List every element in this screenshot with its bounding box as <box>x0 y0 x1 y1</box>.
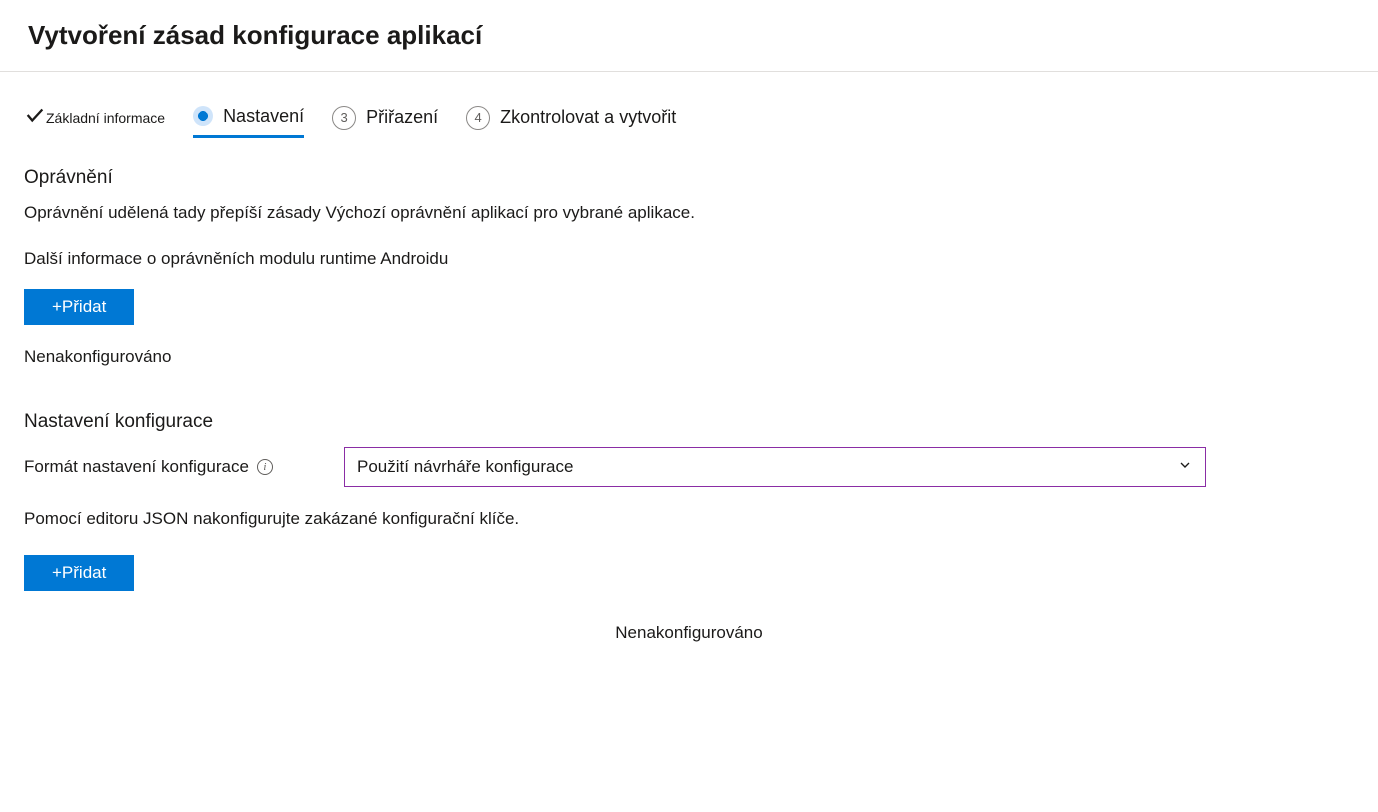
wizard-step-indicator <box>193 106 213 126</box>
wizard-step-review[interactable]: 4 Zkontrolovat a vytvořit <box>466 106 676 138</box>
config-format-select[interactable]: Použití návrháře konfigurace <box>344 447 1206 487</box>
chevron-down-icon <box>1177 457 1193 478</box>
config-settings-heading: Nastavení konfigurace <box>24 411 1354 433</box>
wizard-step-settings[interactable]: Nastavení <box>193 106 304 138</box>
info-icon[interactable]: i <box>257 459 273 475</box>
permissions-description: Oprávnění udělená tady přepíší zásady Vý… <box>24 203 1354 223</box>
wizard-steps: Základní informace Nastavení 3 Přiřazení… <box>24 104 1354 139</box>
permissions-not-configured: Nenakonfigurováno <box>24 347 1354 367</box>
config-not-configured: Nenakonfigurováno <box>24 623 1354 643</box>
wizard-step-basics[interactable]: Základní informace <box>24 104 165 139</box>
permissions-learn-more-link[interactable]: Další informace o oprávněních modulu run… <box>24 249 1354 269</box>
wizard-step-number: 4 <box>466 106 490 130</box>
wizard-step-number: 3 <box>332 106 356 130</box>
page-title: Vytvoření zásad konfigurace aplikací <box>28 20 1350 51</box>
wizard-step-label: Přiřazení <box>366 107 438 128</box>
add-config-button[interactable]: +Přidat <box>24 555 134 591</box>
check-icon <box>24 104 46 131</box>
wizard-step-label: Základní informace <box>46 110 165 126</box>
wizard-step-label: Zkontrolovat a vytvořit <box>500 107 676 128</box>
config-json-hint: Pomocí editoru JSON nakonfigurujte zakáz… <box>24 509 1354 529</box>
permissions-heading: Oprávnění <box>24 167 1354 189</box>
config-format-selected-value: Použití návrháře konfigurace <box>357 457 573 477</box>
wizard-step-assignments[interactable]: 3 Přiřazení <box>332 106 438 138</box>
config-format-label: Formát nastavení konfigurace <box>24 457 249 477</box>
wizard-step-label: Nastavení <box>223 106 304 127</box>
add-permission-button[interactable]: +Přidat <box>24 289 134 325</box>
